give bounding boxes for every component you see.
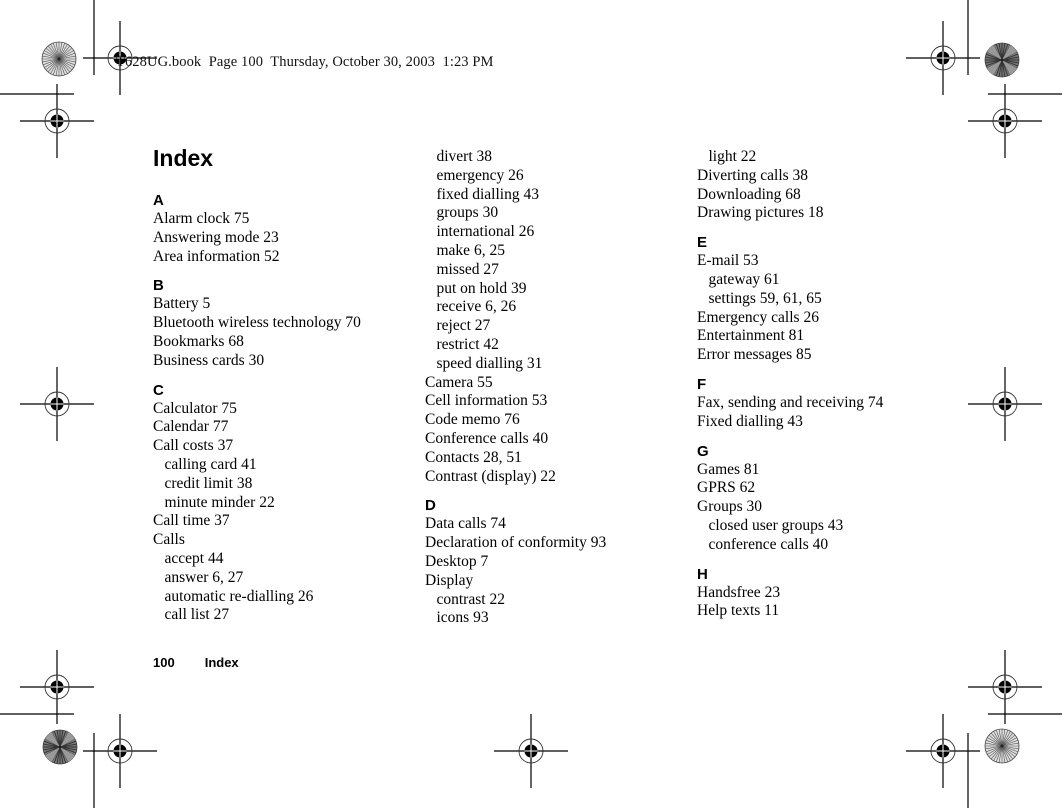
index-column-1: A Alarm clock 75 Answering mode 23 Area inf… [153, 191, 361, 625]
index-entry: Conference calls 40 [425, 429, 549, 447]
index-letter-heading: G [697, 442, 709, 460]
index-subentry: conference calls 40 [708, 535, 829, 553]
page-number: 100 [153, 655, 175, 670]
registration-mark-icon [19, 649, 95, 725]
index-subentry: divert 38 [436, 148, 493, 165]
index-letter-heading: C [153, 381, 164, 399]
index-entry: Bookmarks 68 [153, 332, 244, 350]
index-subentry: put on hold 39 [436, 279, 527, 297]
index-entry: Help texts 11 [697, 602, 780, 620]
page-title: Index [153, 145, 214, 171]
index-subentry: call list 27 [164, 606, 230, 624]
index-subentry: missed 27 [436, 260, 499, 278]
index-entry: Area information 52 [153, 247, 280, 265]
index-column-2: divert 38 emergency 26 fixed dialling 43 gr… [425, 148, 606, 628]
index-entry: Call time 37 [153, 512, 230, 530]
index-entry: Data calls 74 [425, 515, 506, 533]
index-entry: Contacts 28, 51 [425, 448, 522, 466]
star-target-icon [42, 729, 78, 765]
print-slug: T628UG.book Page 100 Thursday, October 3… [116, 54, 494, 70]
footer-section-title: Index [204, 655, 239, 670]
registration-mark-icon [19, 83, 95, 159]
index-subentry: speed dialling 31 [436, 354, 543, 372]
index-entry: Bluetooth wireless technology 70 [153, 314, 361, 332]
index-subentry: answer 6, 27 [164, 568, 244, 586]
index-entry: Answering mode 23 [153, 228, 279, 246]
index-subentry: credit limit 38 [164, 474, 253, 492]
registration-mark-icon [967, 83, 1043, 159]
index-entry: Alarm clock 75 [153, 210, 250, 227]
index-subentry: make 6, 25 [436, 241, 505, 259]
index-entry: Fax, sending and receiving 74 [697, 393, 884, 411]
index-letter-heading: D [425, 497, 436, 515]
index-subentry: contrast 22 [436, 590, 505, 608]
index-entry: Contrast (display) 22 [425, 467, 556, 485]
registration-mark-icon [967, 649, 1043, 725]
index-letter-heading: F [697, 375, 707, 393]
registration-mark-icon [905, 713, 981, 789]
index-subentry: settings 59, 61, 65 [708, 289, 822, 307]
registration-mark-icon [967, 366, 1043, 442]
index-entry: Battery 5 [153, 295, 211, 313]
index-subentry: emergency 26 [436, 166, 524, 184]
index-entry: Calculator 75 [153, 399, 237, 417]
index-subentry: groups 30 [436, 204, 499, 222]
index-entry: Downloading 68 [697, 185, 801, 203]
index-subentry: reject 27 [436, 317, 491, 335]
index-entry: Fixed dialling 43 [697, 412, 803, 430]
index-subentry: fixed dialling 43 [436, 185, 539, 203]
index-subentry: receive 6, 26 [436, 298, 517, 316]
index-letter-heading: H [697, 565, 708, 583]
index-entry: Call costs 37 [153, 437, 234, 455]
index-letter-heading: B [153, 277, 164, 295]
index-entry: GPRS 62 [697, 479, 756, 497]
index-letter-heading: E [697, 234, 708, 252]
index-subentry: minute minder 22 [164, 493, 275, 511]
registration-mark-icon [19, 366, 95, 442]
index-subentry: restrict 42 [436, 335, 499, 353]
index-entry: Drawing pictures 18 [697, 204, 824, 222]
index-entry: Calendar 77 [153, 418, 229, 436]
index-subentry: icons 93 [436, 609, 489, 627]
index-subentry: accept 44 [164, 549, 224, 567]
index-subentry: calling card 41 [164, 455, 257, 473]
index-letter-heading: A [153, 192, 164, 209]
index-column-3: light 22 Diverting calls 38 Downloading 68… [697, 148, 883, 621]
index-entry: Display [425, 571, 474, 589]
index-entry: Business cards 30 [153, 351, 265, 369]
index-entry: Handsfree 23 [697, 583, 781, 601]
index-entry: Error messages 85 [697, 346, 812, 364]
index-entry: Desktop 7 [425, 552, 489, 570]
star-target-icon [41, 41, 77, 77]
index-entry: Declaration of conformity 93 [425, 534, 607, 552]
index-entry: Entertainment 81 [697, 327, 805, 345]
index-entry: Groups 30 [697, 498, 763, 516]
registration-mark-icon [493, 713, 569, 789]
registration-mark-icon [905, 20, 981, 96]
index-entry: Cell information 53 [425, 392, 548, 410]
index-subentry: automatic re-dialling 26 [164, 587, 314, 605]
index-entry: Emergency calls 26 [697, 308, 819, 326]
index-subentry: gateway 61 [708, 270, 780, 288]
star-target-icon [984, 42, 1020, 78]
index-entry: Calls [153, 531, 185, 549]
index-entry: E-mail 53 [697, 252, 759, 270]
index-entry: Camera 55 [425, 373, 493, 391]
page-footer: 100 Index [153, 655, 239, 670]
star-target-icon [984, 728, 1020, 764]
index-subentry: international 26 [436, 223, 535, 241]
index-entry: Diverting calls 38 [697, 166, 809, 184]
index-entry: Code memo 76 [425, 411, 520, 429]
index-subentry: closed user groups 43 [708, 516, 844, 534]
index-entry: Games 81 [697, 460, 760, 478]
index-subentry: light 22 [708, 148, 757, 165]
